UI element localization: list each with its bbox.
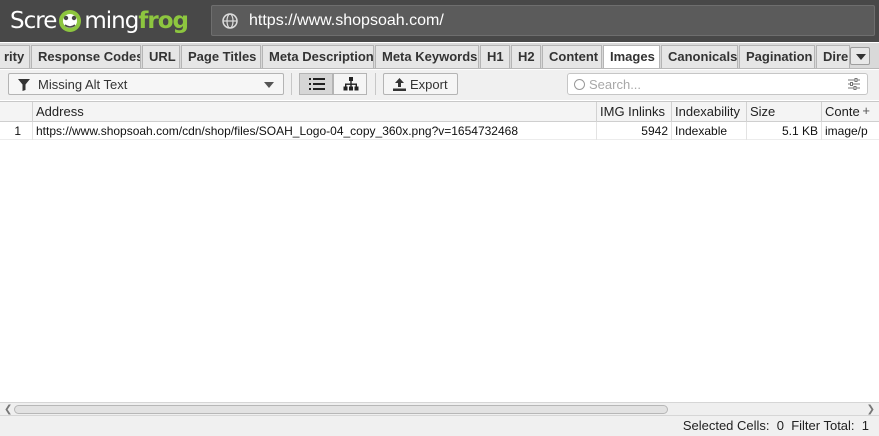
row-index: 1 (0, 122, 33, 140)
column-header-size[interactable]: Size (747, 102, 822, 122)
toolbar-divider (375, 73, 376, 95)
export-label: Export (410, 77, 448, 92)
tab-canonicals[interactable]: Canonicals (661, 45, 738, 68)
globe-icon (222, 13, 238, 29)
frog-logo-icon (59, 10, 82, 32)
tab-security[interactable]: rity (0, 45, 30, 68)
list-view-button[interactable] (299, 73, 333, 95)
tab-h1[interactable]: H1 (480, 45, 510, 68)
results-table: Address IMG Inlinks Indexability Size Co… (0, 101, 879, 402)
tab-meta-description[interactable]: Meta Description (262, 45, 374, 68)
tree-icon (343, 77, 359, 91)
upload-icon (393, 78, 406, 91)
logo-text-frog: frog (138, 8, 189, 34)
cell-img-inlinks[interactable]: 5942 (597, 122, 672, 140)
chevron-down-icon (264, 82, 274, 88)
toolbar: Missing Alt Text Export (0, 70, 879, 100)
column-header-content[interactable]: Conte (822, 102, 879, 122)
column-header-address[interactable]: Address (33, 102, 597, 122)
column-header-index (0, 102, 33, 122)
logo-text-scre: Scre (10, 8, 57, 34)
cell-size[interactable]: 5.1 KB (747, 122, 822, 140)
search-box (567, 73, 868, 95)
app-logo: Scre ming frog (10, 5, 189, 37)
export-button[interactable]: Export (383, 73, 458, 95)
add-column-icon[interactable]: + (862, 103, 870, 118)
sliders-icon[interactable] (848, 78, 860, 90)
filter-icon (18, 79, 30, 91)
cell-indexability[interactable]: Indexable (672, 122, 747, 140)
tab-pagination[interactable]: Pagination (739, 45, 815, 68)
search-icon (574, 79, 585, 90)
toolbar-divider (291, 73, 292, 95)
tab-images[interactable]: Images (603, 45, 660, 68)
filter-value: Missing Alt Text (38, 77, 128, 92)
table-row[interactable]: 1 https://www.shopsoah.com/cdn/shop/file… (0, 122, 879, 140)
search-input[interactable] (589, 76, 839, 92)
status-bar: Selected Cells: 0 Filter Total: 1 (0, 416, 879, 436)
column-header-img-inlinks[interactable]: IMG Inlinks (597, 102, 672, 122)
tab-meta-keywords[interactable]: Meta Keywords (375, 45, 479, 68)
url-bar[interactable]: https://www.shopsoah.com/ (211, 5, 875, 36)
tab-response-codes[interactable]: Response Codes (31, 45, 141, 68)
horizontal-scrollbar[interactable]: ❮ ❯ (0, 402, 879, 416)
tab-page-titles[interactable]: Page Titles (181, 45, 261, 68)
scroll-left-icon[interactable]: ❮ (4, 404, 12, 415)
status-text: Selected Cells: 0 Filter Total: 1 (682, 418, 869, 433)
column-header-indexability[interactable]: Indexability (672, 102, 747, 122)
tree-view-button[interactable] (333, 73, 367, 95)
url-text[interactable]: https://www.shopsoah.com/ (249, 12, 444, 30)
scrollbar-thumb[interactable] (14, 405, 668, 414)
tab-directives[interactable]: Dire (816, 45, 850, 68)
title-bar: Scre ming frog https://www.shopsoah.com/ (0, 0, 879, 42)
filter-dropdown[interactable]: Missing Alt Text (8, 73, 284, 95)
table-header: Address IMG Inlinks Indexability Size Co… (0, 102, 879, 122)
list-icon (309, 78, 325, 90)
logo-text-ming: ming (84, 8, 139, 34)
cell-address[interactable]: https://www.shopsoah.com/cdn/shop/files/… (33, 122, 597, 140)
scroll-right-icon[interactable]: ❯ (867, 404, 875, 415)
tab-url[interactable]: URL (142, 45, 180, 68)
cell-content-type[interactable]: image/p (822, 122, 879, 140)
tab-overflow-dropdown[interactable] (850, 47, 870, 65)
tab-content[interactable]: Content (542, 45, 602, 68)
tab-h2[interactable]: H2 (511, 45, 541, 68)
tab-strip: rity Response Codes URL Page Titles Meta… (0, 43, 879, 69)
